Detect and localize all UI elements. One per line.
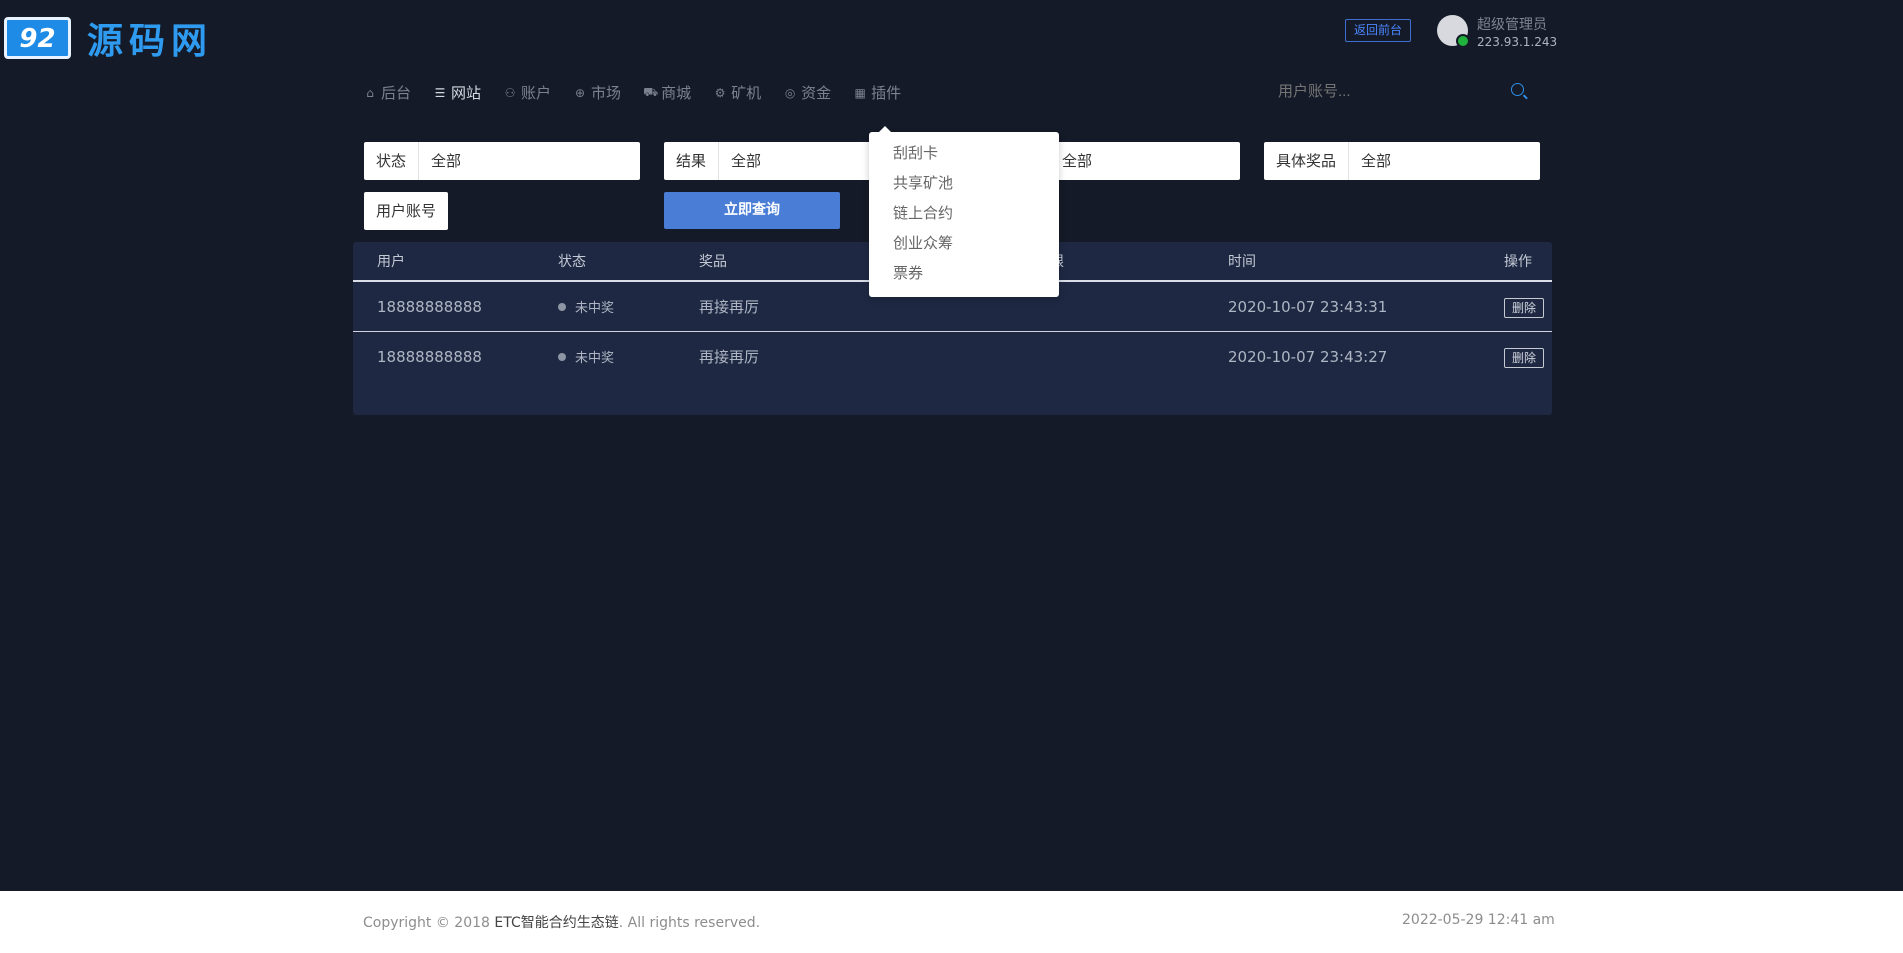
result-filter-value[interactable]: 全部 bbox=[719, 142, 773, 180]
status-filter-label: 状态 bbox=[364, 142, 420, 180]
table-row: 18888888888 未中奖 再接再厉 2020-10-07 23:43:27… bbox=[353, 332, 1552, 381]
copyright: Copyright © 2018 ETC智能合约生态链. All rights … bbox=[363, 915, 761, 931]
delete-button[interactable]: 删除 bbox=[1504, 347, 1545, 368]
logo-badge: 92 bbox=[4, 17, 71, 59]
avatar[interactable] bbox=[1437, 15, 1470, 48]
users-icon: ⚇ bbox=[504, 85, 516, 100]
online-status-dot bbox=[1456, 34, 1470, 48]
nav-item-account[interactable]: ⚇ 账户 bbox=[503, 82, 551, 103]
result-filter[interactable]: 结果 全部 bbox=[664, 142, 874, 180]
nav-item-plugins[interactable]: ▦ 插件 bbox=[853, 82, 901, 103]
user-name: 超级管理员 bbox=[1477, 17, 1547, 33]
nav-item-backend[interactable]: ⌂ 后台 bbox=[363, 82, 411, 103]
account-filter-label: 用户账号 bbox=[376, 202, 437, 220]
delete-button[interactable]: 删除 bbox=[1504, 297, 1545, 318]
user-ip: 223.93.1.243 bbox=[1477, 35, 1558, 49]
nav-item-website[interactable]: ☰ 网站 bbox=[433, 82, 481, 103]
account-filter[interactable]: 用户账号 bbox=[364, 192, 449, 230]
status-filter-value[interactable]: 全部 bbox=[419, 142, 473, 180]
hidden-filter[interactable]: 全部 bbox=[1050, 142, 1240, 180]
settings-icon: ⚙ bbox=[714, 85, 726, 100]
prize-filter-label: 具体奖品 bbox=[1264, 142, 1350, 180]
logo-text: 源码网 bbox=[87, 21, 214, 62]
query-button[interactable]: 立即查询 bbox=[664, 192, 840, 229]
globe-icon: ⊕ bbox=[575, 85, 586, 100]
menu-item-crowdfunding[interactable]: 创业众筹 bbox=[869, 228, 1059, 258]
search-input[interactable] bbox=[1276, 82, 1500, 101]
nav-item-mall[interactable]: ⛟ 商城 bbox=[643, 82, 691, 103]
menu-item-tickets[interactable]: 票券 bbox=[869, 258, 1059, 288]
nav-item-miner[interactable]: ⚙ 矿机 bbox=[713, 82, 761, 103]
main-nav: ⌂ 后台 ☰ 网站 ⚇ 账户 ⊕ 市场 ⛟ 商城 ⚙ 矿机 ◎ 资金 ▦ 插件 bbox=[363, 82, 923, 103]
home-icon: ⌂ bbox=[366, 85, 374, 100]
plugins-dropdown-menu: 刮刮卡 共享矿池 链上合约 创业众筹 票券 bbox=[869, 126, 1059, 297]
brand-link[interactable]: ETC智能合约生态链 bbox=[494, 915, 618, 931]
back-to-front-button[interactable]: 返回前台 bbox=[1345, 19, 1412, 42]
status-badge: 未中奖 bbox=[558, 347, 699, 366]
menu-item-shared-pool[interactable]: 共享矿池 bbox=[869, 168, 1059, 198]
menu-item-chain-contract[interactable]: 链上合约 bbox=[869, 198, 1059, 228]
status-badge: 未中奖 bbox=[558, 297, 699, 316]
list-icon: ☰ bbox=[434, 85, 446, 100]
logo[interactable]: 92 源码网 bbox=[4, 12, 213, 64]
nav-item-market[interactable]: ⊕ 市场 bbox=[573, 82, 621, 103]
footer-date: 2022-05-29 12:41 am bbox=[1402, 912, 1555, 928]
cart-icon: ⛟ bbox=[643, 84, 659, 99]
footer: Copyright © 2018 ETC智能合约生态链. All rights … bbox=[0, 891, 1903, 953]
status-filter[interactable]: 状态 全部 bbox=[364, 142, 640, 180]
menu-item-scratch-card[interactable]: 刮刮卡 bbox=[869, 138, 1059, 168]
result-filter-label: 结果 bbox=[664, 142, 720, 180]
prize-filter[interactable]: 具体奖品 全部 bbox=[1264, 142, 1540, 180]
search-icon[interactable] bbox=[1511, 83, 1524, 96]
prize-filter-value[interactable]: 全部 bbox=[1349, 142, 1403, 180]
grid-icon: ▦ bbox=[854, 85, 866, 100]
nav-item-funds[interactable]: ◎ 资金 bbox=[783, 82, 831, 103]
coin-icon: ◎ bbox=[784, 85, 796, 100]
